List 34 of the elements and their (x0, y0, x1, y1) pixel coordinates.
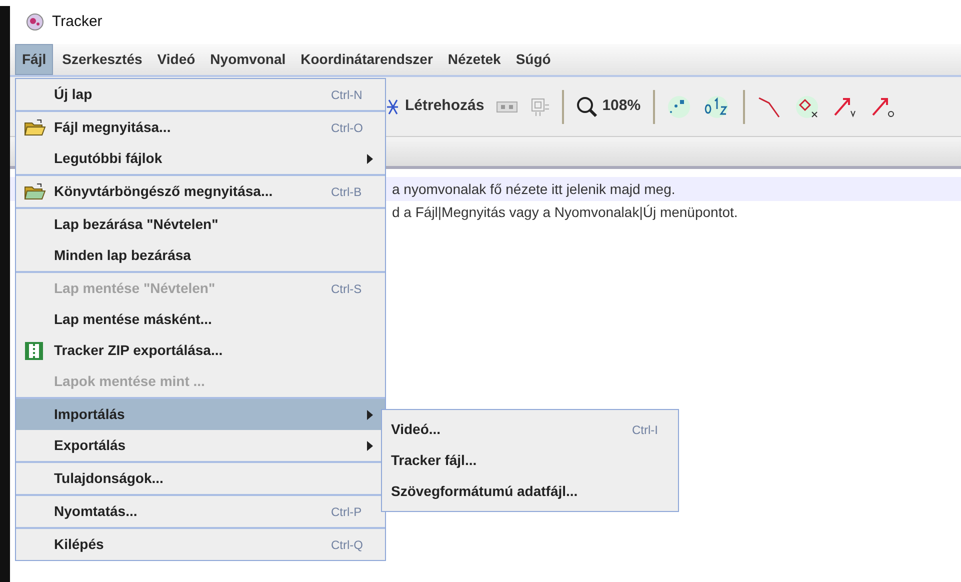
menu-entry[interactable]: Minden lap bezárása (16, 240, 385, 271)
menu-entry[interactable]: Importálás (16, 399, 385, 430)
shortcut-text: Ctrl-N (331, 86, 364, 104)
menu-item[interactable]: Videó (151, 44, 202, 75)
shortcut-text: Ctrl-S (331, 280, 363, 298)
shortcut-text: Ctrl-I (632, 422, 658, 438)
hint-text: d a Fájl|Megnyitás vagy a Nyomvonalak|Új menüpontot. (392, 203, 739, 222)
menu-entry[interactable]: Legutóbbi fájlok (16, 143, 385, 174)
shortcut-text: Ctrl-P (331, 504, 363, 520)
menu-item[interactable]: Nézetek (442, 44, 507, 75)
shortcut-text: Ctrl-O (331, 120, 364, 136)
menu-entry[interactable]: Lap mentése másként... (16, 304, 385, 335)
menu-item[interactable]: Szerkesztés (56, 44, 148, 75)
menu-entry[interactable]: Videó... Ctrl-I (382, 414, 678, 445)
menu-entry[interactable]: Tulajdonságok... (16, 463, 385, 494)
menu-entry[interactable]: Nyomtatás... Ctrl-P (16, 496, 385, 527)
zoom-level[interactable]: 108% (602, 95, 641, 118)
menu-item[interactable]: Nyomvonal (204, 44, 292, 75)
menu-entry[interactable]: Szövegformátumú adatfájl... (382, 476, 678, 507)
menu-entry[interactable]: Tracker ZIP exportálása... (16, 335, 385, 366)
shortcut-text: Ctrl-Q (331, 536, 364, 554)
shortcut-text: Ctrl-B (331, 184, 363, 200)
create-button[interactable]: Létrehozás (405, 95, 484, 118)
menu-entry[interactable]: Tracker fájl... (382, 445, 678, 476)
window-title: Tracker (52, 12, 102, 32)
menu-item[interactable]: Súgó (510, 44, 557, 75)
menu-item[interactable]: Koordinátarendszer (294, 44, 439, 75)
menu-entry[interactable]: Könyvtárböngésző megnyitása... Ctrl-B (16, 176, 385, 207)
menu-entry[interactable]: Új lap Ctrl-N (16, 79, 385, 110)
menu-entry[interactable]: Lap bezárása "Névtelen" (16, 209, 385, 240)
menu-entry[interactable]: Fájl megnyitása... Ctrl-O (16, 112, 385, 143)
menu-item[interactable]: Fájl (15, 44, 54, 75)
menu-entry[interactable]: Kilépés Ctrl-Q (16, 529, 385, 560)
menu-entry[interactable]: Exportálás (16, 430, 385, 461)
